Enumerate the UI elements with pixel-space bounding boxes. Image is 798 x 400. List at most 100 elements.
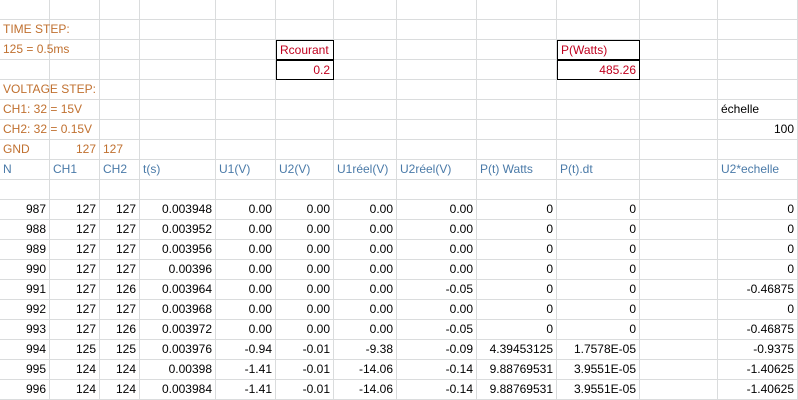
table-cell[interactable]: 0.003968 <box>140 300 216 320</box>
table-cell[interactable]: 0 <box>557 220 640 240</box>
table-cell[interactable]: 127 <box>100 300 140 320</box>
table-cell[interactable]: 3.9551E-05 <box>557 380 640 400</box>
grid-cell[interactable] <box>640 60 718 80</box>
table-cell[interactable]: 9.88769531 <box>477 360 557 380</box>
grid-cell[interactable] <box>334 20 397 40</box>
grid-cell[interactable] <box>640 280 718 300</box>
grid-cell[interactable] <box>0 0 50 20</box>
table-cell[interactable]: 990 <box>0 260 50 280</box>
table-cell[interactable]: 124 <box>100 380 140 400</box>
grid-cell[interactable] <box>557 80 640 100</box>
table-cell[interactable]: 0.00 <box>334 300 397 320</box>
table-cell[interactable]: 0.00 <box>397 220 477 240</box>
grid-cell[interactable] <box>640 380 718 400</box>
grid-cell[interactable] <box>557 180 640 200</box>
grid-cell[interactable] <box>276 120 334 140</box>
table-cell[interactable]: 996 <box>0 380 50 400</box>
grid-cell[interactable] <box>140 0 216 20</box>
column-header[interactable]: t(s) <box>140 160 216 180</box>
grid-cell[interactable] <box>334 80 397 100</box>
table-cell[interactable]: 125 <box>50 340 100 360</box>
table-cell[interactable]: 9.88769531 <box>477 380 557 400</box>
table-cell[interactable]: 127 <box>100 200 140 220</box>
column-header[interactable]: N <box>0 160 50 180</box>
grid-cell[interactable] <box>640 100 718 120</box>
table-cell[interactable]: 0.00 <box>216 240 276 260</box>
grid-cell[interactable] <box>557 20 640 40</box>
table-cell[interactable]: -0.01 <box>276 380 334 400</box>
table-cell[interactable]: -14.06 <box>334 380 397 400</box>
table-cell[interactable]: 0.00 <box>397 240 477 260</box>
grid-cell[interactable] <box>477 40 557 60</box>
grid-cell[interactable] <box>397 100 477 120</box>
grid-cell[interactable] <box>640 200 718 220</box>
table-cell[interactable]: -0.94 <box>216 340 276 360</box>
table-cell[interactable]: 127 <box>50 200 100 220</box>
table-cell[interactable]: 124 <box>50 360 100 380</box>
grid-cell[interactable] <box>276 0 334 20</box>
power-label[interactable]: P(Watts) <box>557 40 640 60</box>
grid-cell[interactable] <box>397 40 477 60</box>
table-cell[interactable]: 987 <box>0 200 50 220</box>
grid-cell[interactable] <box>276 140 334 160</box>
grid-cell[interactable] <box>557 140 640 160</box>
grid-cell[interactable] <box>477 0 557 20</box>
grid-cell[interactable] <box>640 220 718 240</box>
table-cell[interactable]: 0 <box>477 260 557 280</box>
table-cell[interactable]: 0.00 <box>216 280 276 300</box>
table-cell[interactable]: 0.00 <box>276 320 334 340</box>
grid-cell[interactable] <box>216 20 276 40</box>
grid-cell[interactable] <box>216 140 276 160</box>
grid-cell[interactable] <box>640 340 718 360</box>
table-cell[interactable]: 124 <box>50 380 100 400</box>
table-cell[interactable]: 3.9551E-05 <box>557 360 640 380</box>
table-cell[interactable]: 988 <box>0 220 50 240</box>
table-cell[interactable]: 0.00 <box>334 220 397 240</box>
table-cell[interactable]: -0.46875 <box>718 320 798 340</box>
grid-cell[interactable] <box>477 60 557 80</box>
table-cell[interactable]: 127 <box>50 260 100 280</box>
grid-cell[interactable] <box>640 360 718 380</box>
gnd-ch1-value[interactable]: 127 <box>50 140 100 160</box>
column-header[interactable]: CH2 <box>100 160 140 180</box>
grid-cell[interactable] <box>216 60 276 80</box>
grid-cell[interactable] <box>718 140 798 160</box>
table-cell[interactable]: 0.003948 <box>140 200 216 220</box>
time-step-value[interactable]: 125 = 0.5ms <box>0 40 140 60</box>
grid-cell[interactable] <box>477 140 557 160</box>
table-cell[interactable]: 126 <box>100 280 140 300</box>
table-cell[interactable]: -9.38 <box>334 340 397 360</box>
table-cell[interactable]: 0 <box>718 200 798 220</box>
table-cell[interactable]: 125 <box>100 340 140 360</box>
table-cell[interactable]: -0.14 <box>397 360 477 380</box>
table-cell[interactable]: 0.00 <box>216 320 276 340</box>
grid-cell[interactable] <box>216 0 276 20</box>
table-cell[interactable]: 0.00 <box>276 200 334 220</box>
grid-cell[interactable] <box>276 100 334 120</box>
table-cell[interactable]: 127 <box>50 280 100 300</box>
grid-cell[interactable] <box>640 320 718 340</box>
table-cell[interactable]: -0.9375 <box>718 340 798 360</box>
grid-cell[interactable] <box>334 60 397 80</box>
table-cell[interactable]: 0.00 <box>397 200 477 220</box>
table-cell[interactable]: 0.00 <box>276 220 334 240</box>
table-cell[interactable]: 0 <box>477 240 557 260</box>
table-cell[interactable]: -0.46875 <box>718 280 798 300</box>
table-cell[interactable]: -0.09 <box>397 340 477 360</box>
spreadsheet-grid[interactable]: TIME STEP: 125 = 0.5ms VOLTAGE STEP: CH1: 3… <box>0 0 798 400</box>
table-cell[interactable]: 0 <box>557 260 640 280</box>
grid-cell[interactable] <box>334 40 397 60</box>
table-cell[interactable]: -1.40625 <box>718 360 798 380</box>
table-cell[interactable]: 0 <box>557 240 640 260</box>
grid-cell[interactable] <box>50 180 100 200</box>
grid-cell[interactable] <box>397 120 477 140</box>
table-cell[interactable]: 0 <box>718 220 798 240</box>
table-cell[interactable]: 0.00398 <box>140 360 216 380</box>
gnd-label[interactable]: GND <box>0 140 50 160</box>
table-cell[interactable]: 0 <box>477 220 557 240</box>
grid-cell[interactable] <box>140 100 216 120</box>
table-cell[interactable]: 0 <box>477 320 557 340</box>
table-cell[interactable]: 127 <box>50 240 100 260</box>
grid-cell[interactable] <box>276 80 334 100</box>
ch2-step[interactable]: CH2: 32 = 0.15V <box>0 120 140 140</box>
